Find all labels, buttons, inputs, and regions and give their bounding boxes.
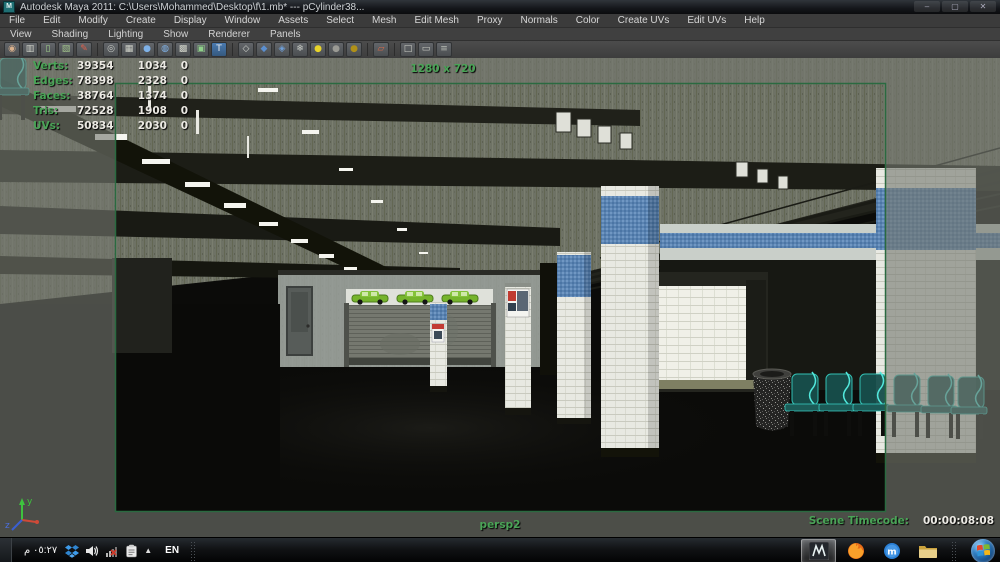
panel-menu-show[interactable]: Show [153, 29, 198, 40]
start-button[interactable] [971, 538, 995, 562]
menu-color[interactable]: Color [567, 15, 609, 26]
menu-edit-mesh[interactable]: Edit Mesh [405, 15, 467, 26]
action-center-icon[interactable] [125, 544, 138, 558]
window-title: Autodesk Maya 2011: C:\Users\Mohammed\De… [20, 1, 365, 13]
film-gate-icon[interactable]: ▦ [121, 42, 137, 57]
panel-menu-renderer[interactable]: Renderer [198, 29, 260, 40]
explorer-taskbar-button[interactable] [911, 540, 944, 562]
toolbar-separator [394, 43, 395, 56]
menu-modify[interactable]: Modify [69, 15, 116, 26]
panel-menu-panels[interactable]: Panels [260, 29, 311, 40]
occlusion-icon[interactable]: ❄ [292, 42, 308, 57]
menu-window[interactable]: Window [216, 15, 270, 26]
all-lights-icon[interactable]: ● [310, 42, 326, 57]
no-lights-icon[interactable]: ● [328, 42, 344, 57]
menu-edit-uvs[interactable]: Edit UVs [678, 15, 735, 26]
wire-cube-icon[interactable]: ◇ [238, 42, 254, 57]
door [286, 286, 313, 356]
dropbox-icon[interactable] [65, 544, 80, 558]
shade-textured-icon[interactable]: ◍ [157, 42, 173, 57]
minimize-button[interactable]: – [914, 1, 940, 12]
menu-create-uvs[interactable]: Create UVs [609, 15, 679, 26]
safe-action-icon[interactable]: ▭ [418, 42, 434, 57]
menu-create[interactable]: Create [117, 15, 165, 26]
menu-help[interactable]: Help [735, 15, 774, 26]
show-desktop-button[interactable] [0, 538, 12, 562]
show-hidden-icons-chevron[interactable]: ▲ [144, 546, 152, 555]
panel-toolbar: ◉ ▥ ▯ ▧ ✎ ◎ ▦ ● ◍ ▩ ▣ T ◇ ◆ ◈ ❄ ● ● ● ▱ □ ▭ ≡ [0, 41, 1000, 58]
maximize-button[interactable]: ▢ [942, 1, 968, 12]
menu-normals[interactable]: Normals [512, 15, 567, 26]
menu-mesh[interactable]: Mesh [363, 15, 405, 26]
network-error-icon[interactable] [105, 544, 119, 558]
panel-menu-lighting[interactable]: Lighting [98, 29, 153, 40]
taskbar-grip [951, 540, 958, 561]
poster [506, 288, 530, 318]
panel-menu-view[interactable]: View [0, 29, 42, 40]
svg-text:y: y [27, 497, 33, 507]
trash-can [752, 368, 792, 431]
viewport-canvas[interactable]: y z [0, 58, 1000, 537]
close-button[interactable]: ✕ [970, 1, 996, 12]
menu-select[interactable]: Select [317, 15, 363, 26]
textured-cube-icon[interactable]: ◈ [274, 42, 290, 57]
main-menu-bar: File Edit Modify Create Display Window Assets S… [0, 14, 1000, 28]
selected-lights-icon[interactable]: ● [346, 42, 362, 57]
toolbar-separator [97, 43, 98, 56]
field-chart-icon[interactable]: □ [400, 42, 416, 57]
svg-text:z: z [5, 521, 10, 531]
image-plane-icon[interactable]: ▧ [58, 42, 74, 57]
caption-buttons: – ▢ ✕ [914, 1, 996, 12]
svg-text:m: m [887, 547, 896, 557]
perspective-viewport[interactable]: y z Verts: 39354 1034 0 Edges: 78398 2328 0 Face… [0, 58, 1000, 537]
maya-taskbar-button[interactable] [801, 538, 836, 562]
menu-edit[interactable]: Edit [34, 15, 69, 26]
toolbar-separator [367, 43, 368, 56]
panel-menu-bar: View Shading Lighting Show Renderer Panels [0, 28, 1000, 41]
maxthon-taskbar-button[interactable]: m [875, 540, 908, 562]
select-camera-icon[interactable]: ◉ [4, 42, 20, 57]
menu-display[interactable]: Display [165, 15, 216, 26]
panel-menu-shading[interactable]: Shading [42, 29, 99, 40]
wireframe-icon[interactable]: ◎ [103, 42, 119, 57]
language-indicator[interactable]: EN [158, 543, 186, 558]
screen: M Autodesk Maya 2011: C:\Users\Mohammed\… [0, 0, 1000, 562]
volume-icon[interactable] [85, 544, 99, 558]
toolbar-separator [232, 43, 233, 56]
maya-app-icon: M [3, 1, 15, 13]
menu-assets[interactable]: Assets [269, 15, 317, 26]
default-material-icon[interactable]: ▣ [193, 42, 209, 57]
menu-file[interactable]: File [0, 15, 34, 26]
title-bar[interactable]: M Autodesk Maya 2011: C:\Users\Mohammed\… [0, 0, 1000, 14]
shutter-gate [344, 303, 496, 367]
multi-pane-icon[interactable]: ≡ [436, 42, 452, 57]
isolate-select-icon[interactable]: ▱ [373, 42, 389, 57]
smooth-shade-icon[interactable]: ● [139, 42, 155, 57]
clock[interactable]: ٠٥:٢٧ م [24, 545, 57, 556]
grease-pencil-icon[interactable]: ✎ [76, 42, 92, 57]
xray-icon[interactable]: ▩ [175, 42, 191, 57]
taskbar: ٠٥:٢٧ م ▲ EN m [0, 537, 1000, 562]
textured-icon[interactable]: T [211, 42, 227, 57]
camera-attributes-icon[interactable]: ▥ [22, 42, 38, 57]
taskbar-grip [190, 540, 198, 561]
shaded-cube-icon[interactable]: ◆ [256, 42, 272, 57]
firefox-taskbar-button[interactable] [839, 540, 872, 562]
bookmarks-icon[interactable]: ▯ [40, 42, 56, 57]
taskbar-apps: m [801, 538, 1000, 562]
menu-proxy[interactable]: Proxy [468, 15, 512, 26]
